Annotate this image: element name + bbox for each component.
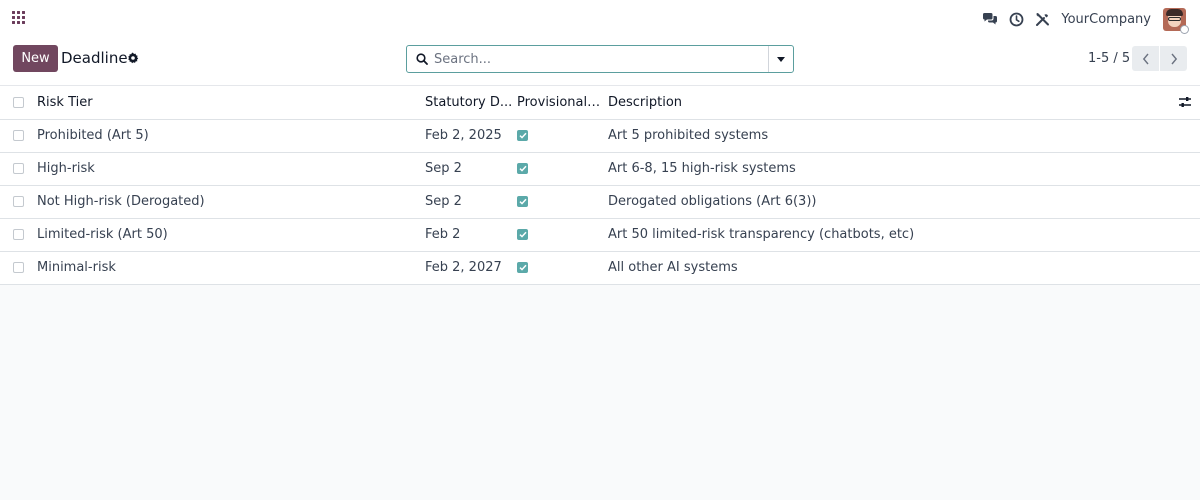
optional-columns-icon[interactable]: [1170, 96, 1200, 108]
row-select-checkbox[interactable]: [13, 163, 24, 174]
statutory-date-cell: Feb 2, 2027: [425, 251, 517, 285]
statutory-date-cell: Sep 2: [425, 185, 517, 219]
navbar-systray: YourCompany: [973, 0, 1189, 38]
caret-down-icon: [777, 56, 785, 62]
provisional-cell: [517, 119, 608, 153]
provisional-checked-icon: [517, 130, 528, 141]
table-row[interactable]: Limited-risk (Art 50) Feb 2 Art 50 limit…: [0, 218, 1200, 252]
new-button[interactable]: New: [13, 45, 58, 72]
chevron-left-icon: [1142, 53, 1149, 64]
clock-icon[interactable]: [1007, 10, 1025, 28]
provisional-checked-icon: [517, 163, 528, 174]
row-select-checkbox[interactable]: [13, 262, 24, 273]
chevron-right-icon: [1170, 53, 1177, 64]
search-icon: [416, 53, 428, 65]
company-switcher[interactable]: YourCompany: [1061, 12, 1151, 27]
statutory-date-cell: Sep 2: [425, 152, 517, 186]
provisional-checked-icon: [517, 262, 528, 273]
risk-tier-cell: Limited-risk (Art 50): [37, 218, 425, 252]
table-header-row: Risk Tier Statutory D... Provisional (..…: [0, 86, 1200, 120]
chat-icon[interactable]: [981, 10, 999, 28]
table-row[interactable]: Minimal-risk Feb 2, 2027 All other AI sy…: [0, 251, 1200, 285]
risk-tier-cell: Not High-risk (Derogated): [37, 185, 425, 219]
provisional-cell: [517, 152, 608, 186]
column-header-provisional[interactable]: Provisional (...: [517, 86, 608, 120]
pager-value[interactable]: 1-5 / 5: [1088, 51, 1130, 66]
select-all-cell: [0, 86, 37, 120]
risk-tier-cell: High-risk: [37, 152, 425, 186]
provisional-cell: [517, 185, 608, 219]
description-cell: Art 5 prohibited systems: [608, 119, 1170, 153]
top-navbar: YourCompany: [0, 0, 1200, 38]
table-row[interactable]: Not High-risk (Derogated) Sep 2 Derogate…: [0, 185, 1200, 219]
gear-icon[interactable]: [127, 52, 139, 64]
description-cell: Art 6-8, 15 high-risk systems: [608, 152, 1170, 186]
row-select-checkbox[interactable]: [13, 196, 24, 207]
description-cell: Derogated obligations (Art 6(3)): [608, 185, 1170, 219]
search-options-toggle[interactable]: [768, 46, 793, 72]
search-bar: [406, 45, 794, 73]
page-title: Deadline: [61, 49, 128, 67]
provisional-checked-icon: [517, 196, 528, 207]
description-cell: All other AI systems: [608, 251, 1170, 285]
description-cell: Art 50 limited-risk transparency (chatbo…: [608, 218, 1170, 252]
table-row[interactable]: High-risk Sep 2 Art 6-8, 15 high-risk sy…: [0, 152, 1200, 186]
statutory-date-cell: Feb 2, 2025: [425, 119, 517, 153]
risk-tier-cell: Prohibited (Art 5): [37, 119, 425, 153]
column-header-statutory-date[interactable]: Statutory D...: [425, 86, 517, 120]
provisional-checked-icon: [517, 229, 528, 240]
column-header-description[interactable]: Description: [608, 86, 1170, 120]
statutory-date-cell: Feb 2: [425, 218, 517, 252]
optional-columns-cell: [1170, 86, 1200, 120]
control-panel: New Deadline 1-5 / 5: [0, 38, 1200, 86]
row-select-checkbox[interactable]: [13, 130, 24, 141]
select-all-checkbox[interactable]: [13, 96, 24, 108]
table-row[interactable]: Prohibited (Art 5) Feb 2, 2025 Art 5 pro…: [0, 119, 1200, 153]
pager-next-button[interactable]: [1160, 46, 1187, 71]
user-avatar[interactable]: [1163, 7, 1189, 34]
column-header-risk-tier[interactable]: Risk Tier: [37, 86, 425, 120]
list-empty-area: [0, 287, 1200, 500]
apps-menu-icon[interactable]: [12, 11, 26, 25]
presence-status-icon: [1180, 24, 1189, 34]
provisional-cell: [517, 251, 608, 285]
list-view-table: Risk Tier Statutory D... Provisional (..…: [0, 86, 1200, 285]
tools-icon[interactable]: [1033, 10, 1051, 28]
provisional-cell: [517, 218, 608, 252]
row-select-checkbox[interactable]: [13, 229, 24, 240]
pager-previous-button[interactable]: [1132, 46, 1159, 71]
risk-tier-cell: Minimal-risk: [37, 251, 425, 285]
search-input[interactable]: [434, 47, 764, 71]
